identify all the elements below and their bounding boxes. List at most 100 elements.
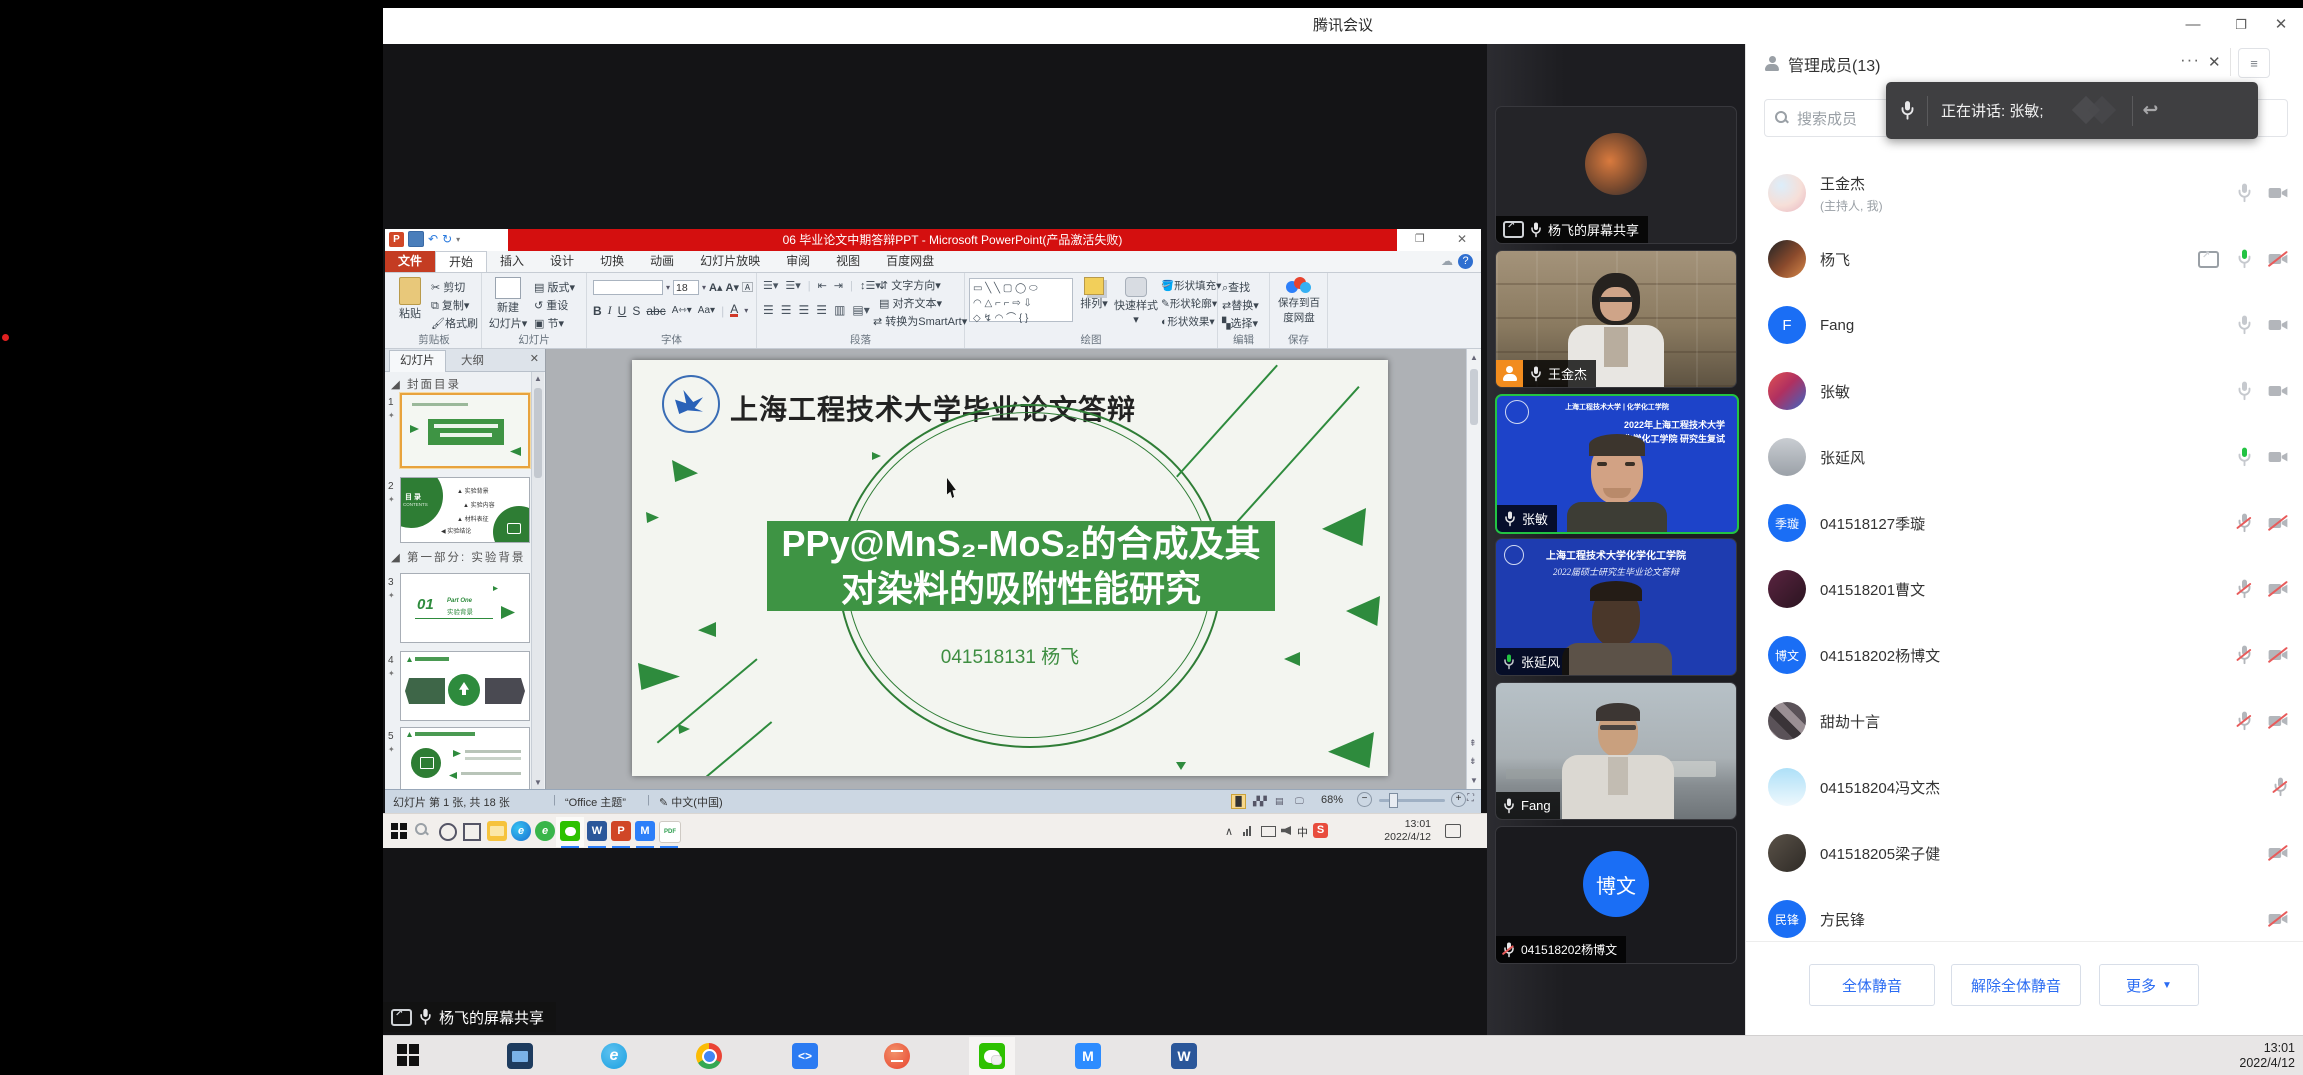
change-case-button[interactable]: Aa▾ [698,305,715,316]
paste-button[interactable]: 粘贴 [393,277,427,321]
file-explorer-icon[interactable] [487,821,507,841]
blue-app-icon[interactable]: <> [792,1043,818,1069]
video-tile-zhangmin[interactable]: 上海工程技术大学 | 化学化工学院 2022年上海工程技术大学 化学化工学院 研… [1495,394,1739,534]
reset-button[interactable]: ↺ 重设 [534,297,568,313]
find-button[interactable]: ⌕查找 [1222,279,1250,295]
camera-icon[interactable] [2268,186,2288,200]
section-header-1[interactable]: ◢ 封面目录 [391,376,461,392]
reading-view-icon[interactable]: ▤ [1275,796,1284,807]
tray-expand-icon[interactable]: ∧ [1225,825,1233,838]
video-tile-wangjinjie[interactable]: 王金杰 [1495,250,1737,388]
mic-muted-icon[interactable] [2237,711,2252,731]
tab-insert[interactable]: 插入 [487,251,537,272]
ppt-close-button[interactable]: ✕ [1457,232,1467,246]
panel-close-icon[interactable]: ✕ [2208,53,2221,71]
tab-transitions[interactable]: 切换 [587,251,637,272]
remote-desktop-icon[interactable] [507,1043,533,1069]
mic-active-icon[interactable] [2237,249,2252,269]
zoom-slider-thumb[interactable] [1389,793,1398,808]
member-row[interactable]: 民锋 方民锋 [1768,890,2288,948]
strikethrough-button[interactable]: abc [646,304,665,318]
align-text-button[interactable]: ▤ 对齐文本▾ [879,295,942,311]
bullets-icon[interactable]: ☰▾ [763,279,778,292]
mic-muted-icon[interactable] [2237,645,2252,665]
display-icon[interactable] [1261,826,1276,837]
char-spacing-button[interactable]: A⇿▾ [672,305,692,316]
font-size-combo[interactable]: 18 [673,280,699,295]
reply-arrow-icon[interactable]: ↩ [2143,99,2159,122]
remote-wechat-icon[interactable] [560,821,580,841]
sogou-icon[interactable]: S [1313,823,1328,838]
minimize-button[interactable]: — [2173,8,2213,44]
previous-slide-icon[interactable]: ⇞ [1469,738,1477,749]
mute-all-button[interactable]: 全体静音 [1809,964,1935,1006]
select-button[interactable]: ▚选择▾ [1222,315,1258,331]
scroll-down-icon[interactable]: ▼ [534,778,542,787]
input-method-indicator[interactable]: 中 [1297,824,1308,840]
help-icon[interactable]: ? [1458,254,1473,269]
scroll-down-icon[interactable]: ▼ [1470,776,1478,785]
remote-ie-icon[interactable]: e [535,821,555,841]
member-row[interactable]: 041518201曹文 [1768,560,2288,618]
shadow-button[interactable]: S [632,304,640,318]
scroll-up-icon[interactable]: ▲ [1470,353,1478,362]
camera-muted-icon[interactable] [2268,252,2288,266]
replace-button[interactable]: ⇄替换▾ [1222,297,1259,313]
panel-more-icon[interactable]: ··· [2180,50,2200,70]
unmute-all-button[interactable]: 解除全体静音 [1951,964,2081,1006]
meeting-app-icon[interactable]: M [1075,1043,1101,1069]
save-icon[interactable] [408,231,424,247]
video-tile-yangfei-share[interactable]: 杨飞的屏幕共享 [1495,106,1737,244]
camera-muted-icon[interactable] [2268,582,2288,596]
close-button[interactable]: ✕ [2261,8,2301,44]
mic-muted-icon[interactable] [2237,513,2252,533]
next-slide-icon[interactable]: ⇟ [1469,756,1477,767]
shape-outline-button[interactable]: ✎形状轮廓▾ [1161,296,1217,311]
tab-slides-panel[interactable]: 幻灯片 [389,350,446,372]
shape-effects-button[interactable]: ◐形状效果▾ [1161,314,1215,329]
camera-muted-icon[interactable] [2268,714,2288,728]
restore-button[interactable]: ❐ [2221,8,2261,44]
tab-slideshow[interactable]: 幻灯片放映 [687,251,773,272]
layout-button[interactable]: ▤ 版式▾ [534,279,575,295]
camera-muted-icon[interactable] [2268,912,2288,926]
font-color-button[interactable]: A [730,304,738,317]
text-direction-button[interactable]: ⇵ 文字方向▾ [879,277,941,293]
member-row[interactable]: 张延风 [1768,428,2288,486]
new-slide-button[interactable]: 新建幻灯片▾ [486,277,530,331]
numbering-icon[interactable]: ☰▾ [785,279,800,292]
sorter-view-icon[interactable]: ▞▞ [1253,796,1267,807]
slide-thumb-5[interactable] [400,727,530,789]
camera-icon[interactable] [2268,450,2288,464]
zoom-in-icon[interactable]: + [1451,792,1466,807]
undo-icon[interactable]: ↶ [428,232,438,246]
member-row[interactable]: 041518204冯文杰 [1768,758,2288,816]
shapes-gallery[interactable]: ▭ ╲ ╲ ▢ ◯ ⬭◠ △ ⌐ ⌐ ⇨ ⇩◇ ↯ ◠ ⌒ { } [969,278,1073,322]
quick-styles-button[interactable]: 快速样式▾ [1113,277,1159,326]
scrollbar-thumb[interactable] [534,388,542,478]
mic-muted-icon[interactable] [2237,579,2252,599]
video-tile-fang[interactable]: Fang [1495,682,1737,820]
network-icon[interactable] [1243,826,1251,836]
tab-outline-panel[interactable]: 大纲 [451,352,494,368]
camera-muted-icon[interactable] [2268,648,2288,662]
slide-thumb-2[interactable]: 目 录 CONTENTS ▲ 实验背景 ▲ 实验内容 ▲ 材料表征 ◀ 实验结论 [400,477,530,543]
columns-icon[interactable]: ▥ [834,303,845,317]
ie-icon[interactable]: e [601,1043,627,1069]
volume-icon[interactable] [1281,826,1291,835]
member-row[interactable]: F Fang [1768,296,2288,354]
remote-pdf-icon[interactable]: PDF [659,821,681,843]
camera-muted-icon[interactable] [2268,846,2288,860]
slide-canvas[interactable]: 上海工程技术大学毕业论文答辩 [632,360,1388,776]
chrome-icon[interactable] [696,1043,722,1069]
slideshow-view-icon[interactable]: 🖵 [1295,796,1304,807]
tab-baidu-netdisk[interactable]: 百度网盘 [873,251,947,272]
save-to-baidu-button[interactable]: 保存到百度网盘 [1274,277,1324,325]
grow-font-icon[interactable]: A▴ [709,281,722,294]
justify-icon[interactable]: ☰ [816,303,827,317]
member-row[interactable]: 041518205梁子健 [1768,824,2288,882]
start-button[interactable] [397,1044,419,1066]
remote-word-icon[interactable]: W [587,821,607,841]
tab-design[interactable]: 设计 [537,251,587,272]
clock[interactable]: 13:012022/4/12 [2239,1041,2295,1071]
